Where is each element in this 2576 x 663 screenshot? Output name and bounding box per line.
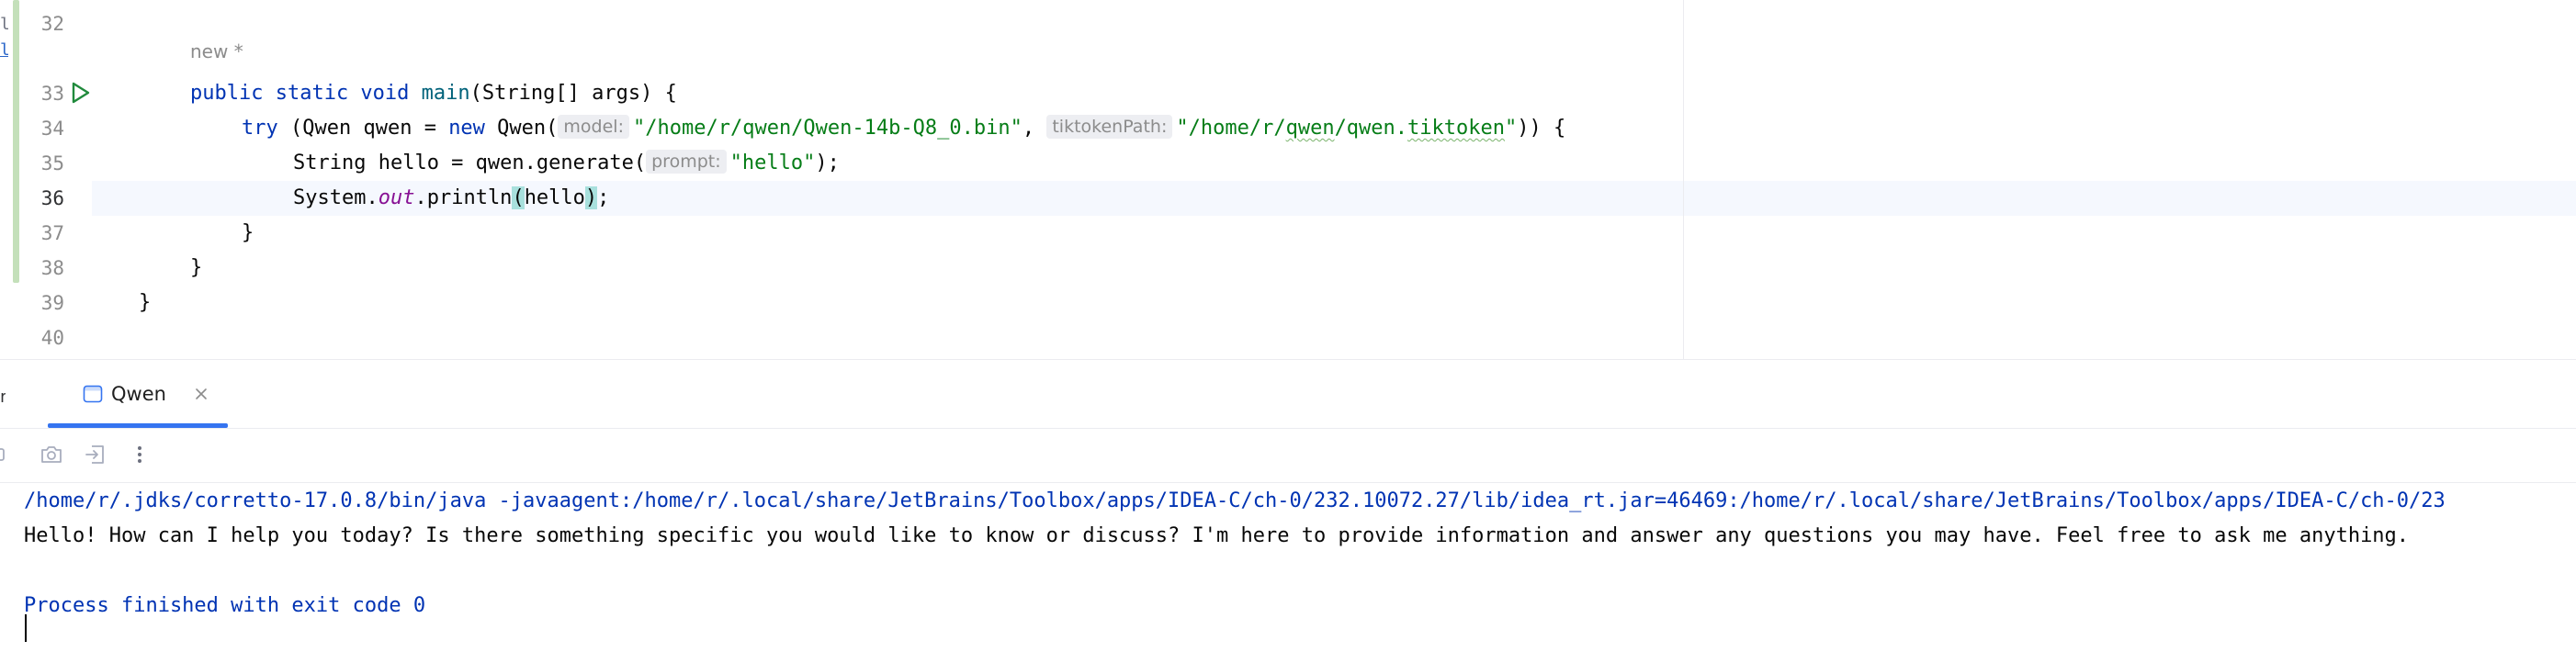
string-part: " [1505,117,1518,140]
line-number: 40 [40,327,64,349]
parameter-hint: tiktokenPath: [1046,115,1173,139]
tab-bar-left-label[interactable]: n [0,388,6,408]
more-vertical-icon[interactable] [127,442,153,467]
keyword: try [242,117,278,140]
parameter-hint: model: [558,115,629,139]
left-strip-link[interactable]: le [0,40,8,61]
code-text: hello [524,186,585,209]
code-text: )) { [1517,117,1566,140]
code-text: .println [414,186,513,209]
code-text: System. [293,186,378,209]
line-number: 35 [40,152,64,174]
code-text: ); [815,152,840,174]
console-stdout-line: Hello! How can I help you today? Is ther… [24,524,2410,547]
static-field: out [378,186,415,209]
stop-icon[interactable] [0,442,26,467]
line-number: 38 [40,257,64,279]
code-line-38: } [190,256,203,279]
console-command-line: /home/r/.jdks/corretto-17.0.8/bin/java -… [24,489,2446,512]
code-text: ; [597,186,610,209]
code-text: Qwen( [484,117,559,140]
line-number: 36 [40,187,64,209]
console-exit-line: Process finished with exit code 0 [24,594,426,617]
code-line-34: try (Qwen qwen = new Qwen(model: "/home/r… [242,111,1565,146]
code-editor[interactable]: lt le 32 33 34 35 36 37 38 39 40 new * p… [0,0,2576,359]
console-output[interactable]: /home/r/.jdks/corretto-17.0.8/bin/java -… [0,482,2576,663]
close-icon[interactable] [193,386,209,402]
line-number: 33 [40,83,64,105]
left-strip-glyph: lt [0,15,8,34]
code-vision-author-hint[interactable]: new * [190,40,243,62]
code-line-37: } [242,221,254,244]
console-toolbar [0,428,2576,483]
code-text: String hello = qwen.generate( [293,152,647,174]
run-tab-bar: n Qwen [0,360,2576,428]
tab-run-qwen[interactable]: Qwen [48,360,228,428]
string-part: "/home/r/ [1176,117,1286,140]
exit-icon[interactable] [83,442,108,467]
run-tool-window: n Qwen /home/r/.jdks/corretto-17.0.8/bin… [0,360,2576,663]
text-caret [25,614,27,642]
line-number: 39 [40,292,64,314]
code-line-39: } [139,291,152,314]
matched-paren: ( [512,186,525,209]
run-play-icon[interactable] [68,81,92,105]
vcs-change-marker[interactable] [13,0,19,283]
string-literal: "/home/r/qwen/Qwen-14b-Q8_0.bin" [633,117,1022,140]
code-line-35: String hello = qwen.generate(prompt: "hel… [293,146,840,181]
line-number: 34 [40,118,64,140]
code-line-36: System.out.println(hello); [293,181,609,216]
typo-word: qwen [1285,117,1335,140]
tab-label: Qwen [111,383,166,405]
right-margin-guide [1683,0,1684,359]
string-part: /qwen. [1334,117,1408,140]
console-window-icon [83,385,103,403]
code-line-33: public static void main(String[] args) { [190,76,677,111]
string-literal: "/home/r/qwen/qwen.tiktoken" [1176,117,1517,140]
matched-paren: ) [584,186,598,209]
camera-icon[interactable] [39,442,64,467]
line-number: 32 [40,13,64,35]
left-tool-strip: lt le [0,0,9,359]
string-literal: "hello" [729,152,816,174]
typo-word: tiktoken [1407,117,1506,140]
code-text: (Qwen qwen = [277,117,449,140]
method-name: main [421,82,470,105]
keyword: public static void [190,82,410,105]
line-number: 37 [40,222,64,244]
parameter-hint: prompt: [646,150,727,174]
code-text: (String[] args) { [469,82,677,105]
code-text: , [1022,117,1047,140]
keyword: new [448,117,485,140]
